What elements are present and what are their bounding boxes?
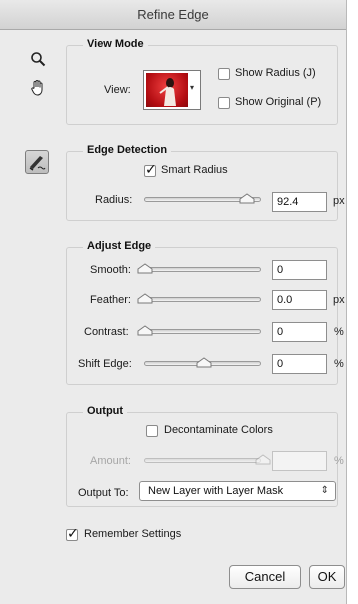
view-preview-dropdown[interactable]: ▾ [143,70,201,110]
feather-label: Feather: [90,294,131,306]
contrast-slider-track[interactable] [144,329,261,334]
edge-detection-legend: Edge Detection [83,144,172,156]
output-to-select[interactable]: New Layer with Layer Mask ⇕ [139,481,336,501]
shift-edge-label: Shift Edge: [78,358,132,370]
zoom-icon[interactable] [27,51,49,73]
contrast-label: Contrast: [84,326,129,338]
radius-label: Radius: [95,194,133,206]
smooth-label: Smooth: [90,264,131,276]
view-label: View: [104,84,131,96]
checkmark-icon: ✓ [67,525,79,541]
amount-slider-thumb [255,454,271,466]
feather-slider-thumb[interactable] [137,293,153,305]
radius-unit: px [333,195,345,207]
adjust-edge-legend: Adjust Edge [83,240,156,252]
ok-button[interactable]: OK [309,565,345,589]
decontaminate-colors-label: Decontaminate Colors [164,424,273,436]
shift-edge-input[interactable]: 0 [272,354,327,374]
decontaminate-colors-checkbox[interactable] [146,425,158,437]
view-mode-legend: View Mode [83,38,148,50]
amount-label: Amount: [90,455,131,467]
show-original-checkbox[interactable] [218,97,230,109]
feather-slider-track[interactable] [144,297,261,302]
output-to-value: New Layer with Layer Mask [148,485,284,497]
feather-unit: px [333,294,345,306]
select-arrows-icon: ⇕ [320,485,329,496]
contrast-unit: % [334,326,344,338]
feather-input[interactable]: 0.0 [272,290,327,310]
smooth-input[interactable]: 0 [272,260,327,280]
remember-settings-label: Remember Settings [84,528,182,540]
amount-slider-track [144,458,261,463]
cancel-button[interactable]: Cancel [229,565,301,589]
show-radius-label: Show Radius (J) [235,67,316,79]
output-legend: Output [83,405,128,417]
chevron-down-icon: ▾ [190,83,195,92]
checkmark-icon: ✓ [145,161,157,177]
amount-unit: % [334,455,344,467]
radius-slider-thumb[interactable] [239,193,255,205]
refine-edge-dialog: Refine Edge View Mode View: ▾ Show Radiu… [0,0,347,604]
smooth-slider-thumb[interactable] [137,263,153,275]
smart-radius-label: Smart Radius [161,164,228,176]
hand-icon[interactable] [27,79,49,101]
shift-edge-unit: % [334,358,344,370]
contrast-slider-thumb[interactable] [137,325,153,337]
refine-radius-brush-icon[interactable] [25,150,49,174]
preview-thumbnail [146,73,188,107]
amount-input [272,451,327,471]
remember-settings-checkbox[interactable]: ✓ [66,525,79,541]
output-to-label: Output To: [78,487,129,499]
smart-radius-checkbox[interactable]: ✓ [144,161,157,177]
dialog-title: Refine Edge [0,0,346,30]
radius-input[interactable]: 92.4 [272,192,327,212]
show-radius-checkbox[interactable] [218,68,230,80]
smooth-slider-track[interactable] [144,267,261,272]
shift-edge-slider-thumb[interactable] [196,357,212,369]
show-original-label: Show Original (P) [235,96,322,108]
contrast-input[interactable]: 0 [272,322,327,342]
